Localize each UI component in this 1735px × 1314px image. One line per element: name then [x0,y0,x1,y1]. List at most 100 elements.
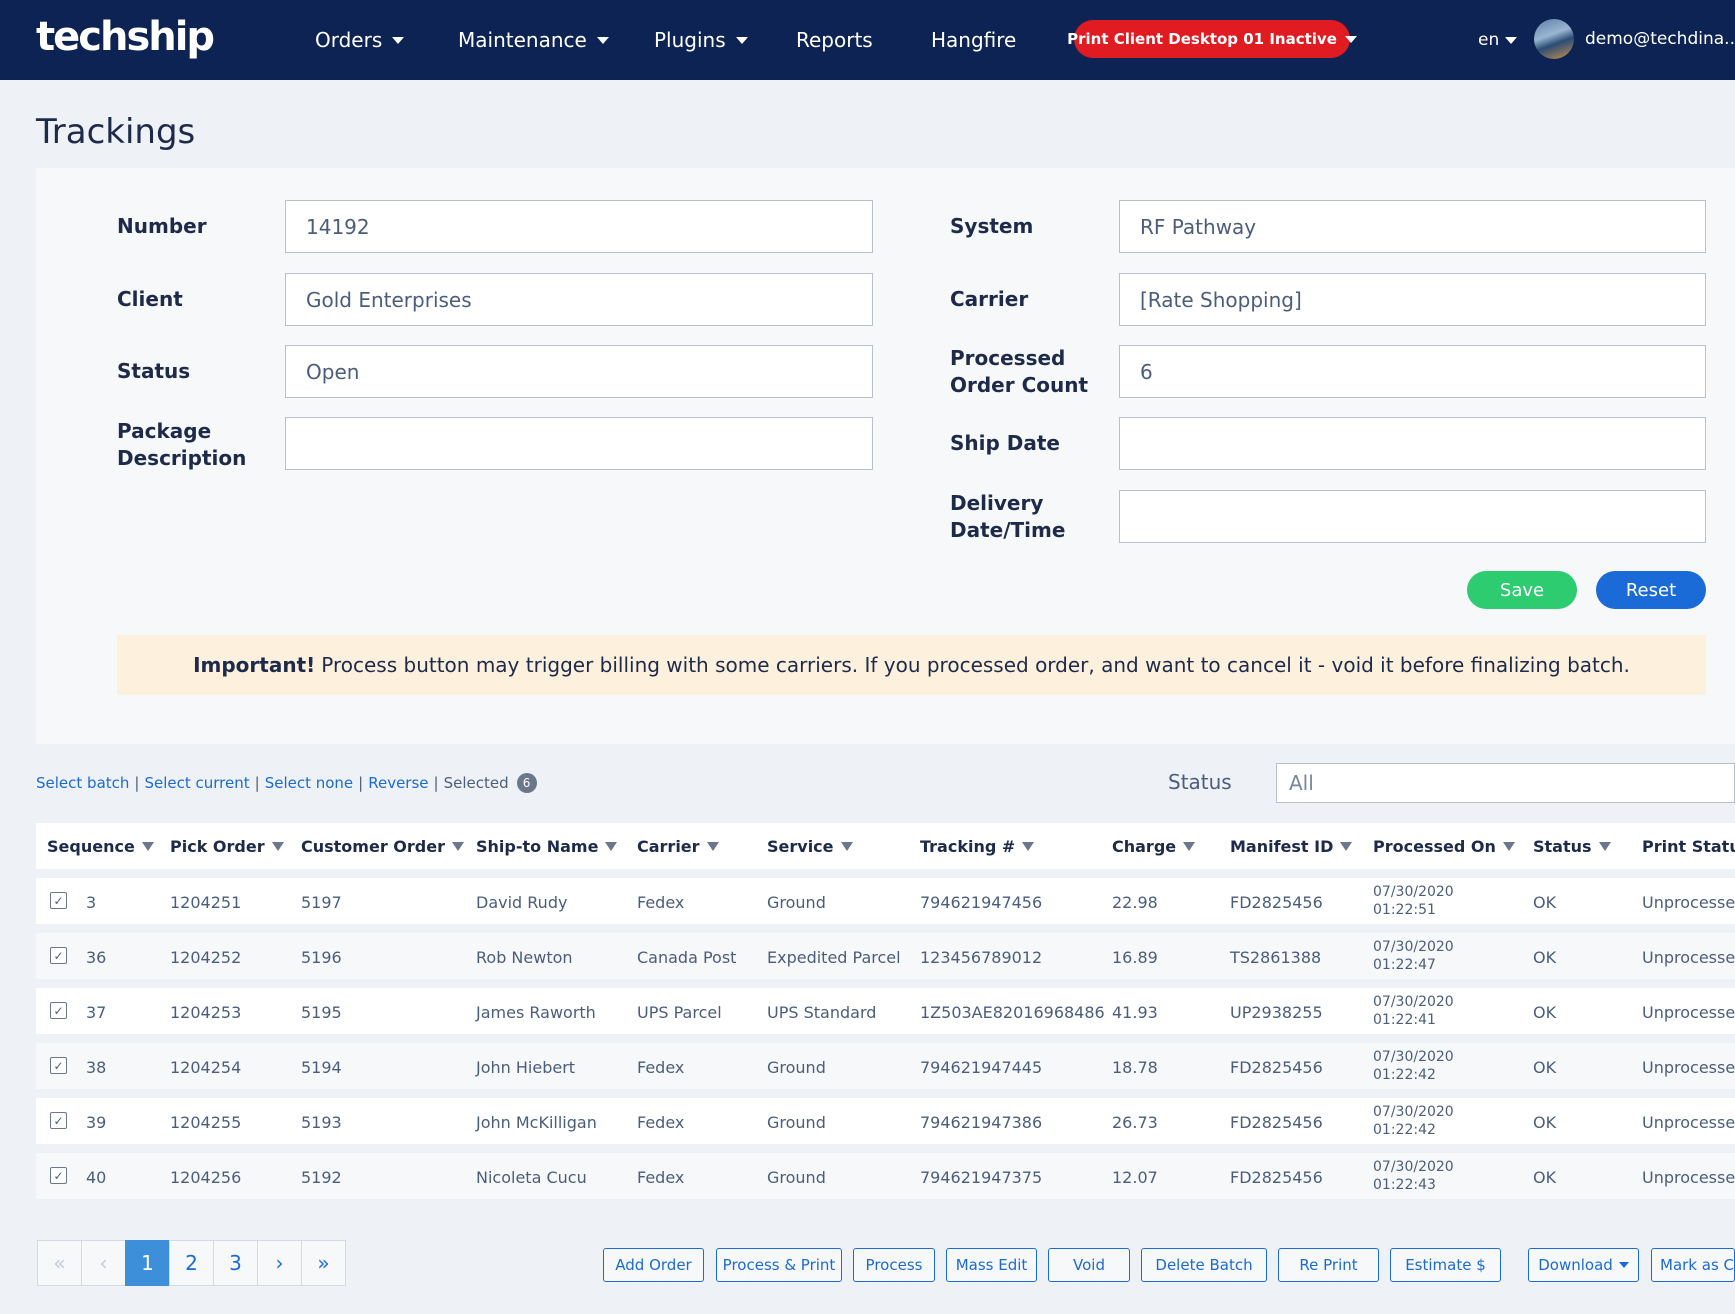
status-field[interactable]: Open [285,345,873,398]
filter-icon[interactable] [1340,842,1353,851]
page-1-button[interactable]: 1 [125,1240,170,1286]
cell-carrier: UPS Parcel [637,1003,722,1022]
table-row[interactable]: ✓ 37 1204253 5195 James Raworth UPS Parc… [36,988,1735,1034]
cell-sequence: 39 [86,1113,107,1132]
filter-icon[interactable] [1502,842,1515,851]
last-page-button[interactable]: » [301,1240,346,1286]
select-current-link[interactable]: Select current [144,774,249,792]
col-tracking[interactable]: Tracking # [920,837,1035,856]
nav-plugins[interactable]: Plugins [654,28,748,52]
row-checkbox[interactable]: ✓ [50,892,67,909]
col-sequence[interactable]: Sequence [47,837,154,856]
reverse-link[interactable]: Reverse [368,774,428,792]
cell-customer-order: 5196 [301,948,342,967]
number-field[interactable]: 14192 [285,200,873,253]
row-checkbox[interactable]: ✓ [50,947,67,964]
download-button[interactable]: Download [1528,1248,1639,1282]
carrier-field[interactable]: [Rate Shopping] [1119,273,1706,326]
separator: | [134,774,140,792]
first-page-button[interactable]: « [37,1240,82,1286]
delete-batch-button[interactable]: Delete Batch [1141,1248,1267,1282]
cell-ship-to-name: John Hiebert [476,1058,576,1077]
processed-order-count-field[interactable]: 6 [1119,345,1706,398]
col-charge[interactable]: Charge [1112,837,1196,856]
nav-reports[interactable]: Reports [796,28,873,52]
table-row[interactable]: ✓ 38 1204254 5194 John Hiebert Fedex Gro… [36,1043,1735,1089]
nav-maintenance-label: Maintenance [458,28,587,52]
number-label: Number [117,214,207,238]
filter-icon[interactable] [451,842,464,851]
cell-processed-on: 07/30/2020 01:22:51 [1373,883,1454,919]
cell-pick-order: 1204255 [170,1113,242,1132]
filter-icon[interactable] [605,842,618,851]
void-button[interactable]: Void [1048,1248,1130,1282]
filter-icon[interactable] [1183,842,1196,851]
filter-icon[interactable] [1598,842,1611,851]
row-checkbox[interactable]: ✓ [50,1057,67,1074]
cell-service: Ground [767,1058,826,1077]
reprint-button[interactable]: Re Print [1278,1248,1379,1282]
techship-logo[interactable]: techship [36,14,215,60]
filter-icon[interactable] [271,842,284,851]
col-pick-order[interactable]: Pick Order [170,837,284,856]
reset-button[interactable]: Reset [1596,571,1706,609]
filter-icon[interactable] [840,842,853,851]
col-service[interactable]: Service [767,837,853,856]
add-order-button[interactable]: Add Order [603,1248,704,1282]
filter-icon[interactable] [141,842,154,851]
select-batch-link[interactable]: Select batch [36,774,129,792]
cell-sequence: 36 [86,948,107,967]
nav-hangfire[interactable]: Hangfire [931,28,1016,52]
delivery-datetime-label: Delivery Date/Time [950,490,1065,544]
ship-date-field[interactable] [1119,417,1706,470]
user-avatar[interactable] [1534,19,1574,59]
mark-as-closed-button[interactable]: Mark as Closed [1651,1248,1735,1282]
col-manifest-id[interactable]: Manifest ID [1230,837,1353,856]
col-print-status[interactable]: Print Status [1642,837,1735,856]
cell-tracking: 794621947456 [920,893,1043,912]
client-field[interactable]: Gold Enterprises [285,273,873,326]
save-button[interactable]: Save [1467,571,1577,609]
table-row[interactable]: ✓ 36 1204252 5196 Rob Newton Canada Post… [36,933,1735,979]
table-row[interactable]: ✓ 40 1204256 5192 Nicoleta Cucu Fedex Gr… [36,1153,1735,1199]
table-row[interactable]: ✓ 3 1204251 5197 David Rudy Fedex Ground… [36,878,1735,924]
user-menu[interactable]: demo@techdina... [1585,29,1735,49]
cell-time: 01:22:51 [1373,902,1436,918]
row-checkbox[interactable]: ✓ [50,1112,67,1129]
status-filter-select[interactable]: All [1276,763,1735,803]
cell-time: 01:22:42 [1373,1122,1436,1138]
cell-status: OK [1533,1168,1557,1187]
mass-edit-button[interactable]: Mass Edit [946,1248,1037,1282]
filter-icon[interactable] [706,842,719,851]
col-processed-on[interactable]: Processed On [1373,837,1515,856]
print-client-status-button[interactable]: Print Client Desktop 01 Inactive [1067,20,1357,58]
delivery-datetime-field[interactable] [1119,490,1706,543]
table-row[interactable]: ✓ 39 1204255 5193 John McKilligan Fedex … [36,1098,1735,1144]
page-3-button[interactable]: 3 [213,1240,258,1286]
row-checkbox[interactable]: ✓ [50,1002,67,1019]
next-page-button[interactable]: › [257,1240,302,1286]
filter-icon[interactable] [1022,842,1035,851]
process-button[interactable]: Process [853,1248,935,1282]
row-checkbox[interactable]: ✓ [50,1167,67,1184]
cell-pick-order: 1204252 [170,948,242,967]
system-field[interactable]: RF Pathway [1119,200,1706,253]
separator: | [433,774,439,792]
prev-page-button[interactable]: ‹ [81,1240,126,1286]
cell-service: UPS Standard [767,1003,877,1022]
page-2-button[interactable]: 2 [169,1240,214,1286]
col-ship-to-name[interactable]: Ship-to Name [476,837,618,856]
cell-charge: 41.93 [1112,1003,1158,1022]
cell-time: 01:22:47 [1373,957,1436,973]
nav-maintenance[interactable]: Maintenance [458,28,609,52]
estimate-button[interactable]: Estimate $ [1390,1248,1501,1282]
col-carrier[interactable]: Carrier [637,837,719,856]
col-customer-order[interactable]: Customer Order [301,837,464,856]
language-selector[interactable]: en [1478,30,1518,50]
select-none-link[interactable]: Select none [265,774,353,792]
cell-processed-on: 07/30/2020 01:22:42 [1373,1103,1454,1139]
process-print-button[interactable]: Process & Print [716,1248,842,1282]
package-description-field[interactable] [285,417,873,470]
nav-orders[interactable]: Orders [315,28,405,52]
col-status[interactable]: Status [1533,837,1611,856]
